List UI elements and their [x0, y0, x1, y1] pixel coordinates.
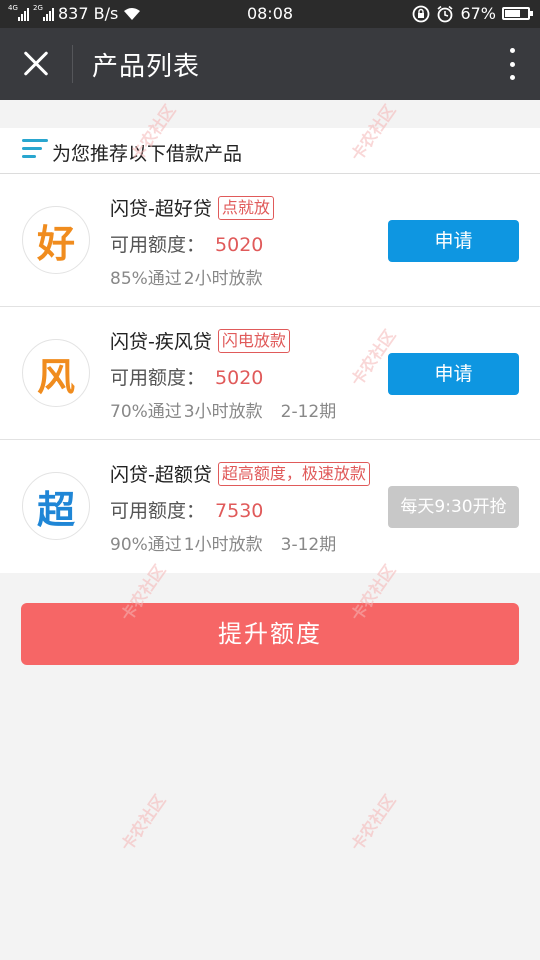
product-logo: 风	[22, 339, 90, 407]
more-options-icon[interactable]	[506, 46, 518, 82]
product-list: 好 闪贷-超好贷 点就放 可用额度： 5020 85%通过 2小时放款 申请 风 闪…	[0, 174, 540, 573]
product-logo: 超	[22, 472, 90, 540]
battery-percent: 67%	[460, 4, 496, 23]
title-bar: 产品列表	[0, 28, 540, 100]
product-logo: 好	[22, 206, 90, 274]
quota-label: 可用额度：	[110, 367, 206, 389]
loan-time: 3小时放款	[183, 402, 263, 422]
watermark: 卡农社区	[347, 791, 400, 855]
quota-label: 可用额度：	[110, 500, 206, 522]
product-name: 闪贷-超好贷	[110, 198, 212, 220]
raise-quota-button[interactable]: 提升额度	[21, 603, 519, 665]
product-tag: 点就放	[217, 195, 274, 220]
loan-time: 2小时放款	[183, 269, 263, 289]
quota-value: 7530	[215, 500, 264, 522]
pass-rate: 90%通过	[110, 535, 182, 555]
loan-time: 1小时放款	[183, 535, 263, 555]
watermark: 卡农社区	[117, 791, 170, 855]
product-tag: 超高额度，极速放款	[217, 461, 370, 486]
apply-button[interactable]: 申请	[388, 353, 519, 395]
product-logo-char: 风	[36, 354, 75, 399]
product-item[interactable]: 超 闪贷-超额贷 超高额度，极速放款 可用额度： 7530 90%通过 1小时放款 3…	[0, 440, 540, 573]
pass-rate: 85%通过	[110, 269, 182, 289]
status-right: 67%	[412, 4, 533, 23]
page-title: 产品列表	[92, 52, 201, 82]
loan-term: 3-12期	[280, 535, 337, 555]
lock-rotation-icon	[413, 5, 430, 22]
quota-value: 5020	[215, 234, 264, 256]
battery-icon	[502, 7, 533, 20]
quota-row: 可用额度： 5020	[110, 230, 263, 257]
list-icon	[22, 139, 48, 161]
quota-row: 可用额度： 5020	[110, 363, 263, 390]
product-item[interactable]: 风 闪贷-疾风贷 闪电放款 可用额度： 5020 70%通过 3小时放款 2-12期 …	[0, 307, 540, 440]
product-tag: 闪电放款	[217, 328, 290, 353]
apply-button[interactable]: 申请	[388, 220, 519, 262]
product-name: 闪贷-超额贷	[110, 464, 212, 486]
product-meta: 90%通过 1小时放款 3-12期	[110, 530, 336, 555]
product-name-row: 闪贷-超好贷 点就放	[110, 194, 274, 221]
loan-term: 2-12期	[280, 402, 337, 422]
product-meta: 85%通过 2小时放款	[110, 264, 263, 289]
product-logo-char: 好	[36, 221, 75, 266]
pass-rate: 70%通过	[110, 402, 182, 422]
product-name: 闪贷-疾风贷	[110, 331, 212, 353]
section-header: 为您推荐以下借款产品	[0, 128, 540, 174]
product-item[interactable]: 好 闪贷-超好贷 点就放 可用额度： 5020 85%通过 2小时放款 申请	[0, 174, 540, 307]
quota-value: 5020	[215, 367, 264, 389]
product-name-row: 闪贷-疾风贷 闪电放款	[110, 327, 290, 354]
status-bar: 4G 2G 837 B/s 08:08 67%	[0, 0, 540, 28]
product-name-row: 闪贷-超额贷 超高额度，极速放款	[110, 460, 370, 487]
close-icon[interactable]	[18, 46, 54, 82]
title-divider	[72, 45, 73, 83]
alarm-icon	[437, 5, 453, 22]
quota-label: 可用额度：	[110, 234, 206, 256]
product-logo-char: 超	[36, 487, 75, 532]
flash-sale-button[interactable]: 每天9:30开抢	[388, 486, 519, 528]
quota-row: 可用额度： 7530	[110, 496, 263, 523]
product-meta: 70%通过 3小时放款 2-12期	[110, 397, 336, 422]
